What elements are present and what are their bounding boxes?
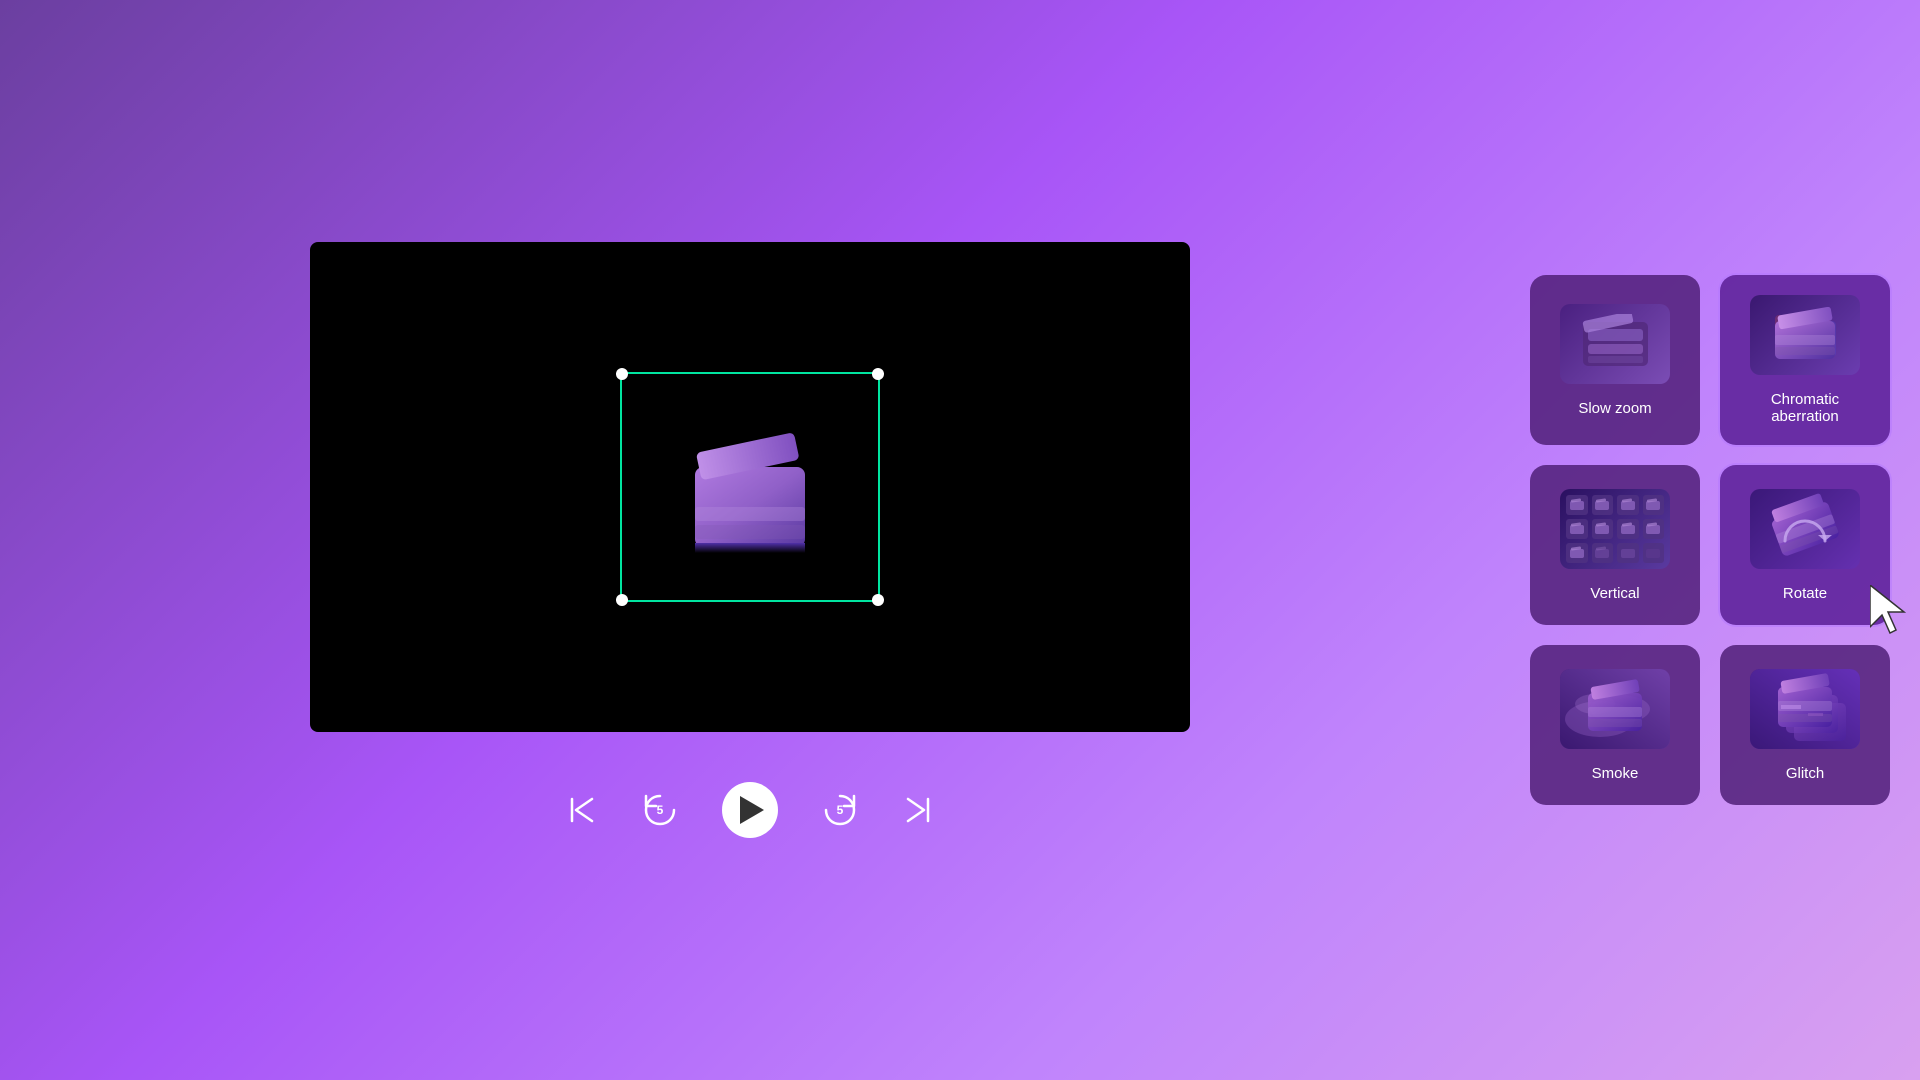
left-panel: 5 5 <box>0 0 1500 1080</box>
effects-panel: Slow zoom <box>1500 0 1920 1080</box>
effect-slow-zoom[interactable]: Slow zoom <box>1530 275 1700 445</box>
effect-vertical[interactable]: Vertical <box>1530 465 1700 625</box>
chroma-main-layer <box>1770 307 1840 363</box>
smoke-graphic <box>1560 669 1670 749</box>
vertical-thumbnail <box>1560 489 1670 569</box>
v-cell-4 <box>1643 495 1665 515</box>
skip-to-start-button[interactable] <box>566 794 598 826</box>
v-cell-1 <box>1566 495 1588 515</box>
effect-chromatic-aberration[interactable]: Chromatic aberration <box>1720 275 1890 445</box>
skip-end-icon <box>902 794 934 826</box>
chromatic-aberration-label: Chromatic aberration <box>1740 391 1870 425</box>
v-cell-7 <box>1617 519 1639 539</box>
play-button[interactable] <box>722 782 778 838</box>
smoke-thumbnail <box>1560 669 1670 749</box>
forward-button[interactable]: 5 <box>818 788 862 832</box>
rewind-button[interactable]: 5 <box>638 788 682 832</box>
selection-handle-tr[interactable] <box>872 368 884 380</box>
v-cell-8 <box>1643 519 1665 539</box>
v-cell-9 <box>1566 543 1588 563</box>
v-cell-12 <box>1643 543 1665 563</box>
v-cell-10 <box>1592 543 1614 563</box>
playback-controls: 5 5 <box>566 782 934 838</box>
effects-grid: Slow zoom <box>1530 275 1890 805</box>
slow-zoom-graphic <box>1578 314 1653 374</box>
selection-handle-tl[interactable] <box>616 368 628 380</box>
rotate-label: Rotate <box>1783 585 1827 602</box>
video-preview <box>310 242 1190 732</box>
v-cell-2 <box>1592 495 1614 515</box>
svg-text:5: 5 <box>837 803 844 817</box>
effect-smoke[interactable]: Smoke <box>1530 645 1700 805</box>
selection-handle-br[interactable] <box>872 594 884 606</box>
v-cell-5 <box>1566 519 1588 539</box>
glitch-graphic <box>1750 669 1860 749</box>
effect-glitch[interactable]: Glitch <box>1720 645 1890 805</box>
slow-zoom-thumbnail <box>1560 304 1670 384</box>
forward-icon: 5 <box>818 788 862 832</box>
selection-box <box>620 372 880 602</box>
vertical-label: Vertical <box>1590 585 1639 602</box>
play-icon <box>740 796 764 824</box>
smoke-label: Smoke <box>1592 765 1639 782</box>
rotate-thumbnail <box>1750 489 1860 569</box>
cursor-icon <box>1870 585 1910 635</box>
svg-text:5: 5 <box>657 803 664 817</box>
v-cell-3 <box>1617 495 1639 515</box>
slow-zoom-label: Slow zoom <box>1578 400 1651 417</box>
rotate-graphic <box>1760 491 1850 566</box>
skip-to-end-button[interactable] <box>902 794 934 826</box>
rewind-icon: 5 <box>638 788 682 832</box>
v-cell-6 <box>1592 519 1614 539</box>
effect-rotate[interactable]: Rotate <box>1720 465 1890 625</box>
v-cell-11 <box>1617 543 1639 563</box>
selection-handle-bl[interactable] <box>616 594 628 606</box>
skip-start-icon <box>566 794 598 826</box>
chromatic-thumbnail <box>1750 295 1860 375</box>
glitch-thumbnail <box>1750 669 1860 749</box>
glitch-label: Glitch <box>1786 765 1824 782</box>
